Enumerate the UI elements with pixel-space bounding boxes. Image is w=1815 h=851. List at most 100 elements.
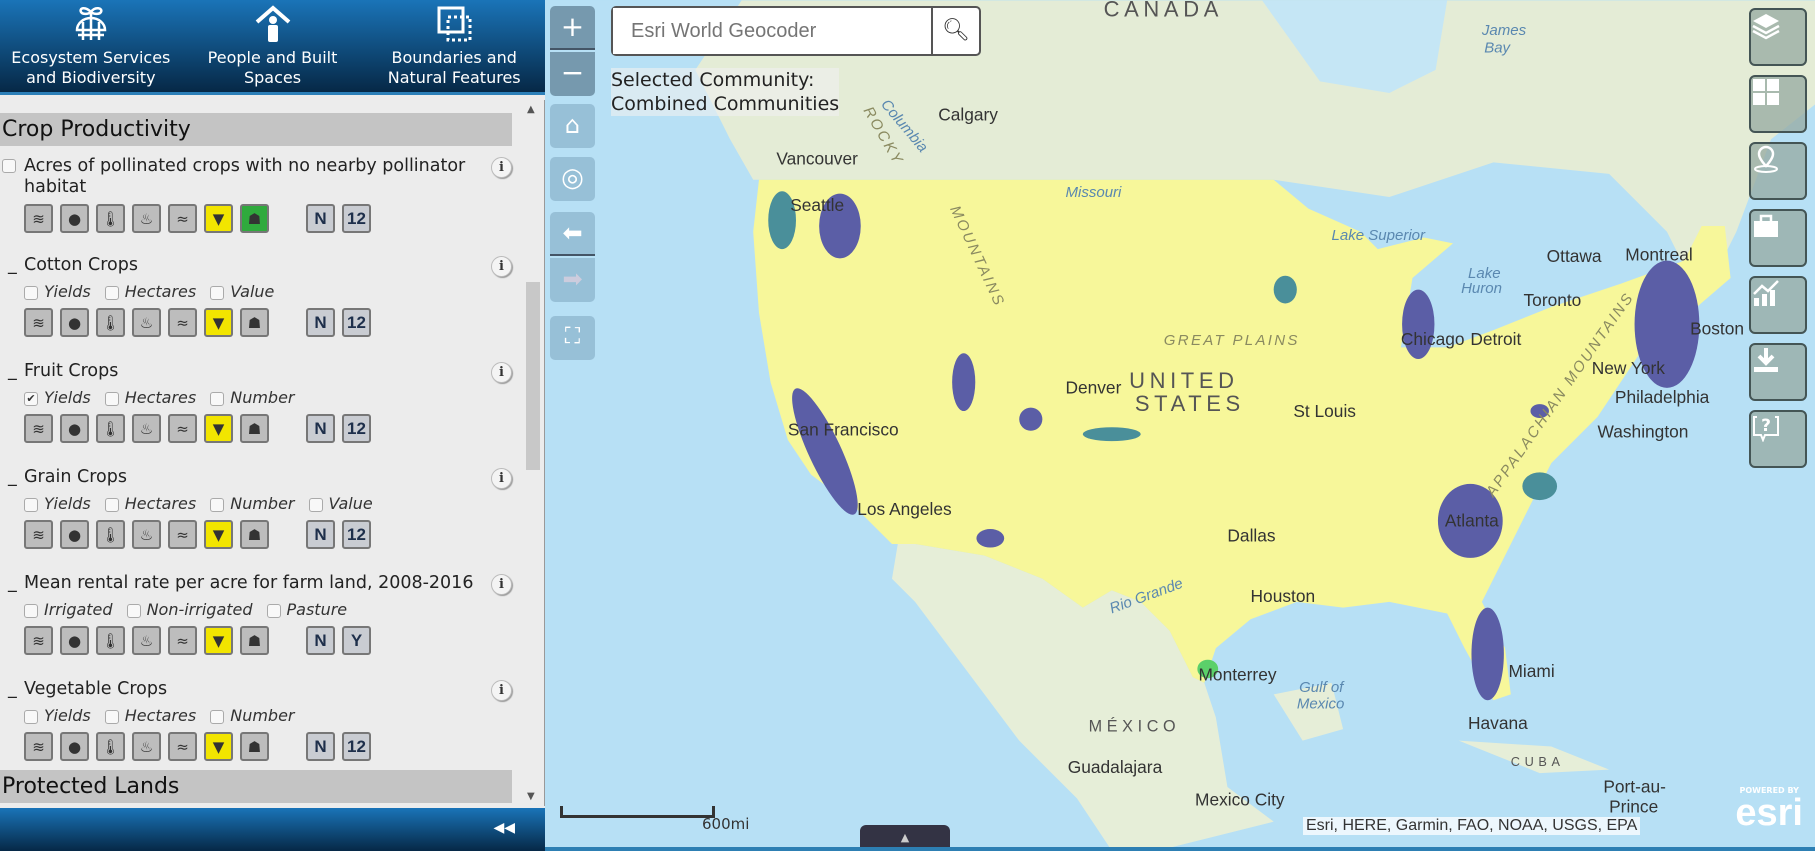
chart-button[interactable] bbox=[1749, 276, 1807, 334]
national-badge[interactable]: N bbox=[306, 626, 335, 655]
option-hectares[interactable]: Hectares bbox=[104, 706, 196, 725]
scrollbar[interactable]: ▲ ▼ bbox=[524, 100, 540, 806]
corn-badge[interactable]: ▼ bbox=[204, 414, 233, 443]
collapse-dash[interactable]: _ bbox=[8, 679, 17, 700]
layers-button[interactable] bbox=[1749, 8, 1807, 66]
option-hectares[interactable]: Hectares bbox=[104, 388, 196, 407]
wind-badge[interactable]: ≋ bbox=[24, 520, 53, 549]
fullscreen-button[interactable]: ⛶ bbox=[550, 316, 595, 360]
fork-badge[interactable]: Y bbox=[342, 626, 371, 655]
info-icon[interactable]: i bbox=[491, 680, 512, 701]
water-drop-badge[interactable]: ● bbox=[60, 732, 89, 761]
swimmer-badge[interactable]: ≈ bbox=[168, 732, 197, 761]
national-badge[interactable]: N bbox=[306, 414, 335, 443]
option-number[interactable]: Number bbox=[210, 388, 295, 407]
locate-button[interactable]: ◎ bbox=[550, 157, 595, 201]
scale-12-badge[interactable]: 12 bbox=[342, 732, 371, 761]
corn-badge[interactable]: ▼ bbox=[204, 308, 233, 337]
option-checkbox[interactable] bbox=[24, 603, 38, 618]
option-value[interactable]: Value bbox=[210, 282, 274, 301]
thermometer-badge[interactable]: 🌡︎ bbox=[96, 308, 125, 337]
scroll-up-icon[interactable]: ▲ bbox=[527, 104, 535, 115]
info-icon[interactable]: i bbox=[491, 468, 512, 489]
search-button[interactable]: 🔍︎ bbox=[931, 8, 979, 54]
thermometer-badge[interactable]: 🌡︎ bbox=[96, 414, 125, 443]
option-checkbox[interactable] bbox=[210, 391, 225, 406]
section-crop-productivity[interactable]: Crop Productivity bbox=[0, 113, 512, 146]
water-drop-badge[interactable]: ● bbox=[60, 520, 89, 549]
water-drop-badge[interactable]: ● bbox=[60, 414, 89, 443]
info-icon[interactable]: i bbox=[491, 157, 512, 178]
wind-badge[interactable]: ≋ bbox=[24, 626, 53, 655]
option-checkbox[interactable] bbox=[266, 603, 281, 618]
option-checkbox[interactable] bbox=[210, 709, 225, 724]
option-yields[interactable]: ✔ Yields bbox=[24, 388, 91, 407]
basemap-gallery-button[interactable] bbox=[1749, 75, 1807, 133]
national-badge[interactable]: N bbox=[306, 204, 335, 233]
section-protected-lands[interactable]: Protected Lands bbox=[0, 770, 512, 803]
thermometer-badge[interactable]: 🌡︎ bbox=[96, 626, 125, 655]
option-checkbox[interactable] bbox=[308, 497, 323, 512]
scale-12-badge[interactable]: 12 bbox=[342, 414, 371, 443]
zoom-in-button[interactable]: + bbox=[550, 6, 595, 50]
corn-badge[interactable]: ▼ bbox=[204, 626, 233, 655]
turtle-badge[interactable]: ☗ bbox=[240, 732, 269, 761]
tab-ecosystem-services[interactable]: Ecosystem Services and Biodiversity bbox=[0, 0, 182, 92]
wind-badge[interactable]: ≋ bbox=[24, 204, 53, 233]
water-drop-badge[interactable]: ● bbox=[60, 204, 89, 233]
thermometer-badge[interactable]: 🌡︎ bbox=[96, 732, 125, 761]
option-checkbox[interactable] bbox=[104, 497, 119, 512]
turtle-badge[interactable]: ☗ bbox=[240, 308, 269, 337]
download-button[interactable] bbox=[1749, 343, 1807, 401]
swimmer-badge[interactable]: ≈ bbox=[168, 520, 197, 549]
option-checkbox[interactable] bbox=[126, 603, 141, 618]
collapse-dash[interactable]: _ bbox=[8, 573, 17, 594]
option-number[interactable]: Number bbox=[210, 706, 295, 725]
wind-badge[interactable]: ≋ bbox=[24, 308, 53, 337]
thermometer-badge[interactable]: 🌡︎ bbox=[96, 520, 125, 549]
option-checkbox[interactable] bbox=[24, 285, 38, 300]
zoom-out-button[interactable]: − bbox=[550, 52, 595, 96]
option-hectares[interactable]: Hectares bbox=[104, 282, 196, 301]
option-yields[interactable]: Yields bbox=[24, 494, 91, 513]
swimmer-badge[interactable]: ≈ bbox=[168, 414, 197, 443]
toolbox-button[interactable] bbox=[1749, 209, 1807, 267]
option-checkbox[interactable]: ✔ bbox=[24, 391, 38, 406]
swimmer-badge[interactable]: ≈ bbox=[168, 204, 197, 233]
option-checkbox[interactable] bbox=[24, 497, 38, 512]
scale-12-badge[interactable]: 12 bbox=[342, 204, 371, 233]
fire-badge[interactable]: ♨ bbox=[132, 732, 161, 761]
swimmer-badge[interactable]: ≈ bbox=[168, 308, 197, 337]
corn-badge[interactable]: ▼ bbox=[204, 204, 233, 233]
option-checkbox[interactable] bbox=[24, 709, 38, 724]
layer-checkbox[interactable] bbox=[2, 159, 16, 173]
wind-badge[interactable]: ≋ bbox=[24, 414, 53, 443]
national-badge[interactable]: N bbox=[306, 308, 335, 337]
fire-badge[interactable]: ♨ bbox=[132, 520, 161, 549]
option-yields[interactable]: Yields bbox=[24, 706, 91, 725]
collapse-dash[interactable]: _ bbox=[8, 255, 17, 276]
corn-badge[interactable]: ▼ bbox=[204, 732, 233, 761]
next-extent-button[interactable]: ➡ bbox=[550, 258, 595, 302]
option-checkbox[interactable] bbox=[210, 497, 225, 512]
corn-badge[interactable]: ▼ bbox=[204, 520, 233, 549]
option-checkbox[interactable] bbox=[210, 285, 225, 300]
tab-boundaries-natural-features[interactable]: Boundaries and Natural Features bbox=[363, 0, 545, 92]
water-drop-badge[interactable]: ● bbox=[60, 308, 89, 337]
turtle-badge[interactable]: ☗ bbox=[240, 520, 269, 549]
collapse-dash[interactable]: _ bbox=[8, 467, 17, 488]
fire-badge[interactable]: ♨ bbox=[132, 204, 161, 233]
swimmer-badge[interactable]: ≈ bbox=[168, 626, 197, 655]
home-button[interactable]: ⌂ bbox=[550, 104, 595, 148]
collapse-dash[interactable]: _ bbox=[8, 361, 17, 382]
option-checkbox[interactable] bbox=[104, 391, 119, 406]
help-button[interactable]: ? bbox=[1749, 410, 1807, 468]
scroll-thumb[interactable] bbox=[526, 282, 540, 470]
thermometer-badge[interactable]: 🌡︎ bbox=[96, 204, 125, 233]
fire-badge[interactable]: ♨ bbox=[132, 414, 161, 443]
wind-badge[interactable]: ≋ bbox=[24, 732, 53, 761]
option-non-irrigated[interactable]: Non-irrigated bbox=[126, 600, 253, 619]
map[interactable]: CANADA UNITED STATES MÉXICO CUBA GREAT P… bbox=[545, 0, 1815, 851]
option-number[interactable]: Number bbox=[210, 494, 295, 513]
fire-badge[interactable]: ♨ bbox=[132, 308, 161, 337]
